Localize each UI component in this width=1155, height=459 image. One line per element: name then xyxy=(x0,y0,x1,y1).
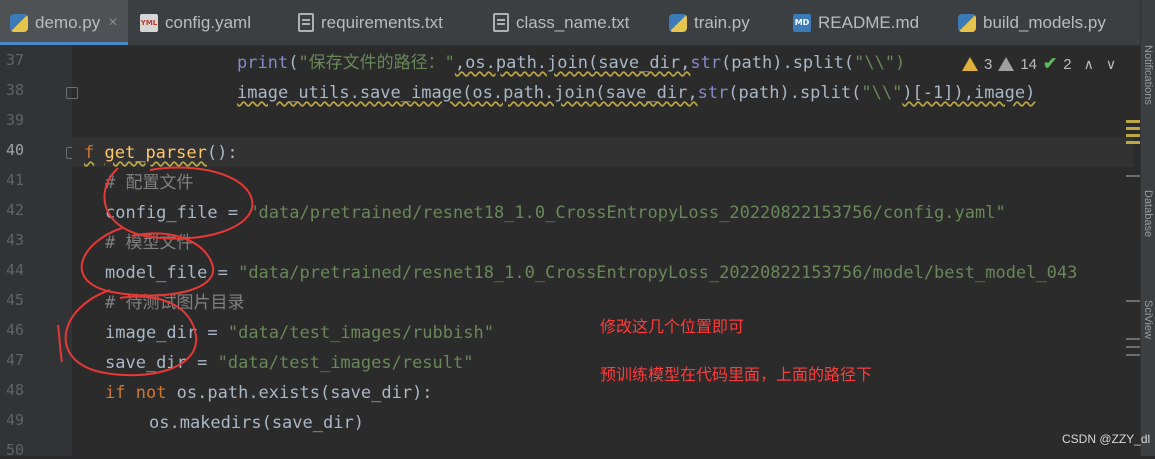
code-editor[interactable]: print("保存文件的路径：",os.path.join(save_dir,s… xyxy=(72,46,1134,456)
previous-problem-icon[interactable]: ∧ xyxy=(1084,56,1094,73)
line-number: 39 xyxy=(5,111,24,129)
code-line-49: os.makedirs(save_dir) xyxy=(149,413,364,433)
markdown-file-icon: MD xyxy=(793,13,811,32)
yaml-file-icon: YML xyxy=(140,13,158,32)
line-number: 41 xyxy=(5,171,24,189)
code-line-44: model_file = "data/pretrained/resnet18_1… xyxy=(105,263,1078,283)
inspection-widget[interactable]: 3 14 ✔ 2 ∧ ∨ xyxy=(958,50,1117,78)
annotation-note-pretrained-path: 预训练模型在代码里面，上面的路径下 xyxy=(600,365,873,384)
text-file-icon xyxy=(298,13,314,32)
line-number: 45 xyxy=(5,291,24,309)
close-tab-icon[interactable]: × xyxy=(108,14,117,32)
weak-warning-count: 14 xyxy=(1020,55,1038,73)
python-file-icon xyxy=(669,13,687,32)
code-line-40: f get_parser(): xyxy=(84,143,238,163)
tool-window-sciview[interactable]: SciView xyxy=(1142,300,1154,339)
code-line-46: image_dir = "data/test_images/rubbish" xyxy=(105,323,494,343)
tab-config-yaml[interactable]: YML config.yaml xyxy=(140,0,251,45)
warning-icon xyxy=(962,57,978,71)
line-number: 38 xyxy=(5,81,24,99)
code-line-41: # 配置文件 xyxy=(105,173,194,193)
tab-class-name-txt[interactable]: class_name.txt xyxy=(493,0,629,45)
line-number: 48 xyxy=(5,381,24,399)
code-line-38: image_utils.save_image(os.path.join(save… xyxy=(237,83,1036,103)
tab-readme-md[interactable]: MD README.md xyxy=(793,0,919,45)
right-tool-strip: Notifications Database SciView xyxy=(1140,0,1155,456)
text-file-icon xyxy=(493,13,509,32)
line-number: 44 xyxy=(5,261,24,279)
tab-train-py[interactable]: train.py xyxy=(669,0,750,45)
tool-window-database[interactable]: Database xyxy=(1142,190,1154,237)
check-icon: ✔ xyxy=(1043,54,1058,73)
editor-tab-bar: demo.py × YML config.yaml requirements.t… xyxy=(0,0,1140,46)
watermark: CSDN @ZZY_dl xyxy=(1062,432,1151,446)
tab-label: class_name.txt xyxy=(516,12,630,32)
python-file-icon xyxy=(958,13,976,32)
tab-label: build_models.py xyxy=(983,12,1106,32)
ok-count: 2 xyxy=(1063,55,1072,73)
annotation-note-edit-locations: 修改这几个位置即可 xyxy=(600,317,745,336)
line-number: 42 xyxy=(5,201,24,219)
warning-count: 3 xyxy=(984,55,993,73)
tab-label: requirements.txt xyxy=(321,12,443,32)
weak-warning-icon xyxy=(998,57,1015,71)
line-number-gutter[interactable]: 37 38 39 40 41 42 43 44 45 46 47 48 49 5… xyxy=(0,46,78,459)
code-line-43: # 模型文件 xyxy=(105,233,194,253)
tab-build-models-py[interactable]: build_models.py xyxy=(958,0,1106,45)
code-line-47: save_dir = "data/test_images/result" xyxy=(105,353,474,373)
code-line-45: # 待测试图片目录 xyxy=(105,293,245,313)
code-line-42: config_file = "data/pretrained/resnet18_… xyxy=(105,203,1006,223)
tab-label: README.md xyxy=(818,12,920,32)
tab-demo-py[interactable]: demo.py × xyxy=(0,0,128,45)
line-number: 46 xyxy=(5,321,24,339)
line-number: 43 xyxy=(5,231,24,249)
code-line-37: print("保存文件的路径：",os.path.join(save_dir,s… xyxy=(237,53,906,73)
tab-label: config.yaml xyxy=(165,12,251,32)
line-number: 37 xyxy=(5,51,24,69)
code-line-48: if not os.path.exists(save_dir): xyxy=(105,383,433,403)
tab-label: train.py xyxy=(694,12,750,32)
line-number: 40 xyxy=(5,141,24,159)
line-number: 50 xyxy=(5,441,24,459)
line-number: 49 xyxy=(5,411,24,429)
line-number: 47 xyxy=(5,351,24,369)
next-problem-icon[interactable]: ∨ xyxy=(1106,56,1116,73)
python-file-icon xyxy=(10,13,28,32)
tab-label: demo.py xyxy=(35,12,101,32)
tool-window-notifications[interactable]: Notifications xyxy=(1142,45,1154,105)
tab-requirements-txt[interactable]: requirements.txt xyxy=(298,0,443,45)
